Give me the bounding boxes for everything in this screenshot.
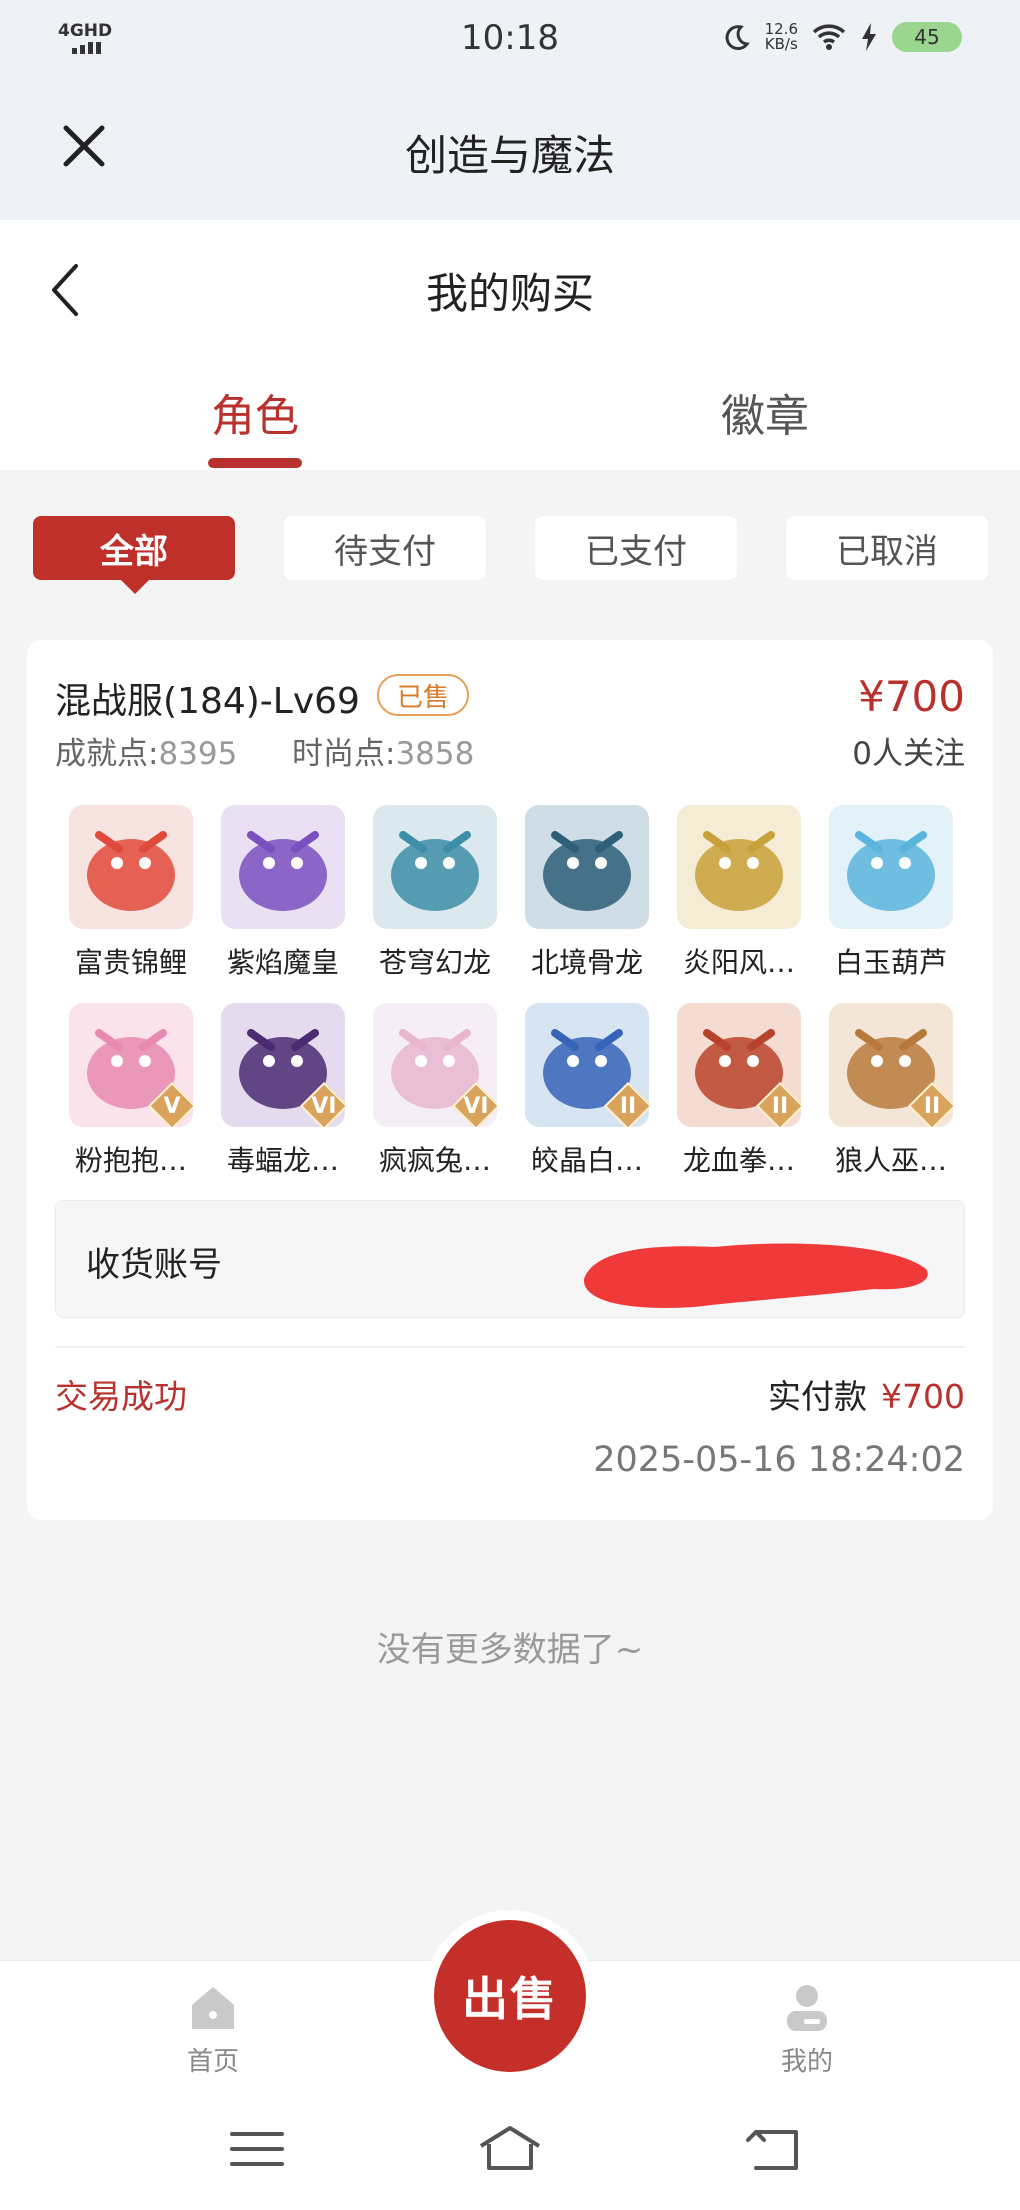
pet-name: 北境骨龙 <box>530 946 643 979</box>
pet-avatar: V <box>69 1003 193 1127</box>
pet-item[interactable]: 炎阳风… <box>663 805 815 981</box>
pet-item[interactable]: VI 毒蝠龙… <box>207 1003 359 1179</box>
pet-name: 狼人巫… <box>834 1144 947 1177</box>
pet-avatar: II <box>525 1003 649 1127</box>
tab-role[interactable]: 角色 <box>135 380 375 444</box>
pet-illustration <box>847 831 935 911</box>
pet-name: 炎阳风… <box>682 946 795 979</box>
pet-item[interactable]: V 粉抱抱… <box>55 1003 207 1179</box>
fashion-points: 时尚点:3858 <box>292 736 475 772</box>
status-icons: 12.6 KB/s 45 <box>723 22 962 52</box>
net-speed: 12.6 KB/s <box>764 20 798 53</box>
pet-avatar <box>829 805 953 929</box>
pet-avatar: II <box>829 1003 953 1127</box>
pet-illustration <box>695 831 783 911</box>
achievement-points: 成就点:8395 <box>55 736 238 772</box>
pet-item[interactable]: 苍穹幻龙 <box>359 805 511 981</box>
pet-item[interactable]: II 皎晶白… <box>511 1003 663 1179</box>
pet-illustration <box>87 831 175 911</box>
moon-icon <box>725 25 750 51</box>
pet-avatar: VI <box>373 1003 497 1127</box>
pet-name: 富贵锦鲤 <box>74 946 187 979</box>
wifi-icon <box>812 24 846 50</box>
tab-home[interactable]: 首页 <box>143 1981 283 2078</box>
charging-icon <box>862 23 876 51</box>
tab-mine[interactable]: 我的 <box>737 1981 877 2078</box>
pet-name: 苍穹幻龙 <box>378 946 491 979</box>
app-bar: 创造与魔法 <box>0 78 1020 220</box>
pet-name: 白玉葫芦 <box>834 946 947 979</box>
trade-status: 交易成功 <box>55 1377 187 1416</box>
home-icon <box>192 1987 234 2029</box>
app-title: 创造与魔法 <box>404 131 615 180</box>
sold-badge: 已售 <box>377 674 470 716</box>
pet-avatar: II <box>677 1003 801 1127</box>
pet-name: 皎晶白… <box>530 1144 643 1177</box>
back-nav-icon[interactable] <box>740 2124 810 2174</box>
paid-amount: 实付款 ¥700 <box>768 1377 965 1416</box>
pet-avatar <box>69 805 193 929</box>
order-time: 2025-05-16 18:24:02 <box>593 1440 965 1480</box>
server-level: 混战服(184)-Lv69 <box>55 681 360 722</box>
pet-item[interactable]: 北境骨龙 <box>511 805 663 981</box>
home-nav-icon[interactable] <box>475 2124 545 2174</box>
pet-name: 龙血拳… <box>682 1144 795 1177</box>
pet-item[interactable]: II 狼人巫… <box>815 1003 967 1179</box>
filter-pending[interactable]: 待支付 <box>284 516 486 580</box>
page-header: 我的购买 角色 徽章 <box>0 220 1020 470</box>
tab-badge[interactable]: 徽章 <box>645 380 885 444</box>
pet-item[interactable]: 白玉葫芦 <box>815 805 967 981</box>
active-tab-indicator <box>208 458 302 468</box>
filter-paid[interactable]: 已支付 <box>535 516 737 580</box>
pet-item[interactable]: 富贵锦鲤 <box>55 805 207 981</box>
filter-cancelled[interactable]: 已取消 <box>786 516 988 580</box>
system-nav-bar <box>0 2088 1020 2210</box>
sell-button-wrap: 出售 <box>424 1910 596 2082</box>
order-price: ¥700 <box>858 672 965 721</box>
menu-icon[interactable] <box>222 2124 292 2174</box>
pet-item[interactable]: VI 疯疯兔… <box>359 1003 511 1179</box>
sell-button[interactable]: 出售 <box>434 1920 586 2072</box>
shipping-account: 收货账号 <box>55 1200 965 1318</box>
pet-name: 粉抱抱… <box>74 1144 187 1177</box>
pet-avatar <box>677 805 801 929</box>
pet-avatar: VI <box>221 1003 345 1127</box>
order-card[interactable]: 混战服(184)-Lv69 已售 ¥700 成就点:8395 时尚点:3858 … <box>27 640 993 1520</box>
user-icon <box>787 1985 827 2031</box>
pet-illustration <box>391 831 479 911</box>
pet-name: 紫焰魔皇 <box>226 946 339 979</box>
pet-avatar <box>525 805 649 929</box>
no-more-data: 没有更多数据了~ <box>376 1630 644 1670</box>
filter-all[interactable]: 全部 <box>33 516 235 594</box>
divider <box>55 1346 965 1348</box>
pet-illustration <box>543 831 631 911</box>
pet-item[interactable]: 紫焰魔皇 <box>207 805 359 981</box>
pet-illustration <box>239 831 327 911</box>
redaction-mark <box>583 1243 928 1308</box>
page-title: 我的购买 <box>425 269 594 318</box>
pet-item[interactable]: II 龙血拳… <box>663 1003 815 1179</box>
pet-name: 疯疯兔… <box>378 1144 491 1177</box>
pet-avatar <box>373 805 497 929</box>
pet-avatar <box>221 805 345 929</box>
account-label: 收货账号 <box>86 1245 222 1285</box>
pet-name: 毒蝠龙… <box>226 1144 339 1177</box>
status-bar: 4GHD 10:18 12.6 KB/s 45 <box>0 0 1020 78</box>
battery-indicator: 45 <box>892 22 962 52</box>
status-filter-bar: 全部 待支付 已支付 已取消 <box>0 516 1020 594</box>
follower-count: 0人关注 <box>852 736 965 772</box>
